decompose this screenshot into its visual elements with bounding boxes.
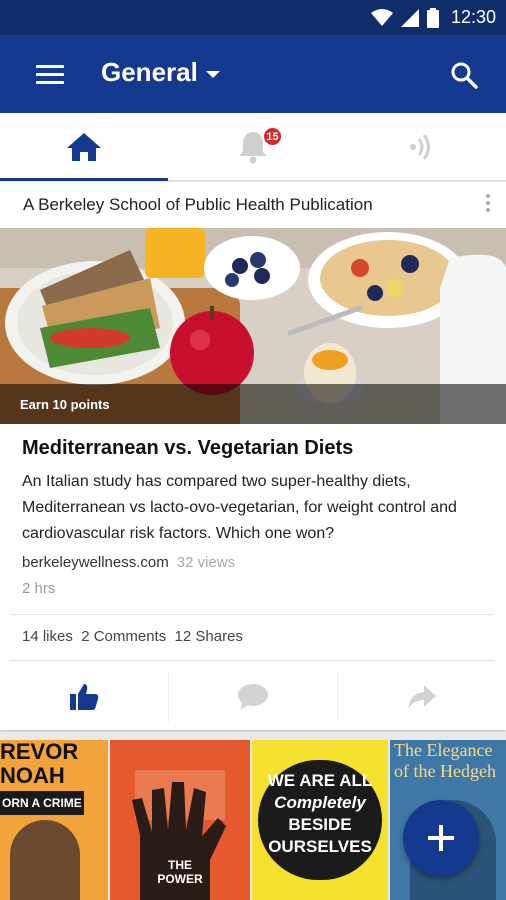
tab-notifications[interactable]: 15	[169, 113, 337, 181]
book-title-line: REVOR	[0, 740, 79, 764]
tab-home[interactable]	[0, 113, 168, 181]
view-count: 32 views	[176, 554, 236, 571]
book-title-line: THE	[168, 858, 192, 872]
tab-bar: 15	[0, 113, 506, 181]
article-summary: An Italian study has compared two super-…	[22, 473, 457, 542]
feed-title: General	[101, 57, 198, 87]
share-arrow-icon	[408, 685, 436, 709]
battery-icon	[426, 7, 439, 28]
book-title-line: POWER	[157, 872, 203, 886]
divider	[10, 660, 494, 661]
divider	[10, 614, 494, 615]
broadcast-icon	[410, 134, 430, 160]
clock: 12:30	[450, 7, 496, 27]
feed-selector[interactable]: General	[101, 57, 220, 88]
article-meta: berkeleywellness.com 32 views	[22, 554, 235, 571]
publisher-label: A Berkeley School of Public Health Publi…	[23, 195, 373, 214]
author-photo	[10, 820, 80, 900]
share-button[interactable]	[338, 672, 506, 722]
wifi-icon	[370, 8, 393, 26]
tab-broadcast[interactable]	[338, 113, 506, 181]
book-cover[interactable]: REVOR NOAH ORN A CRIME	[0, 740, 108, 900]
card-header: A Berkeley School of Public Health Publi…	[0, 182, 506, 228]
add-button[interactable]	[403, 800, 479, 876]
comment-icon	[238, 684, 268, 710]
more-options-icon[interactable]	[486, 194, 490, 212]
book-title-line: of the Hedgeh	[394, 761, 496, 781]
book-title-line: The Elegance	[394, 740, 493, 760]
status-bar: 12:30	[0, 0, 506, 35]
plus-icon	[428, 825, 454, 851]
article-age: 2 hrs	[22, 580, 56, 597]
app-bar: General	[0, 35, 506, 113]
book-title-line: WE ARE ALL	[267, 771, 373, 790]
points-banner: Earn 10 points	[0, 384, 506, 424]
action-bar	[0, 672, 506, 722]
menu-icon[interactable]	[36, 65, 64, 85]
book-cover[interactable]: WE ARE ALL Completely BESIDE OURSELVES	[252, 740, 388, 900]
notification-badge: 15	[262, 126, 283, 147]
caret-down-icon	[205, 71, 220, 78]
signal-icon	[400, 8, 419, 27]
engagement-stats[interactable]: 14 likes 2 Comments 12 Shares	[22, 628, 243, 645]
article-card[interactable]: A Berkeley School of Public Health Publi…	[0, 182, 506, 730]
like-button[interactable]	[0, 672, 169, 722]
book-title-line: NOAH	[0, 763, 65, 788]
comment-button[interactable]	[169, 672, 338, 722]
home-icon	[67, 133, 101, 161]
book-title-line: BESIDE	[288, 815, 352, 834]
book-title-line: OURSELVES	[268, 837, 372, 856]
thumbs-up-icon	[70, 684, 99, 710]
book-title-line: Completely	[274, 793, 366, 812]
book-cover[interactable]: THE POWER	[110, 740, 250, 900]
article-image[interactable]: Earn 10 points	[0, 228, 506, 424]
article-headline[interactable]: Mediterranean vs. Vegetarian Diets	[22, 437, 353, 460]
search-icon[interactable]	[450, 61, 478, 89]
book-subtitle: ORN A CRIME	[0, 791, 84, 815]
article-source[interactable]: berkeleywellness.com	[22, 554, 169, 571]
